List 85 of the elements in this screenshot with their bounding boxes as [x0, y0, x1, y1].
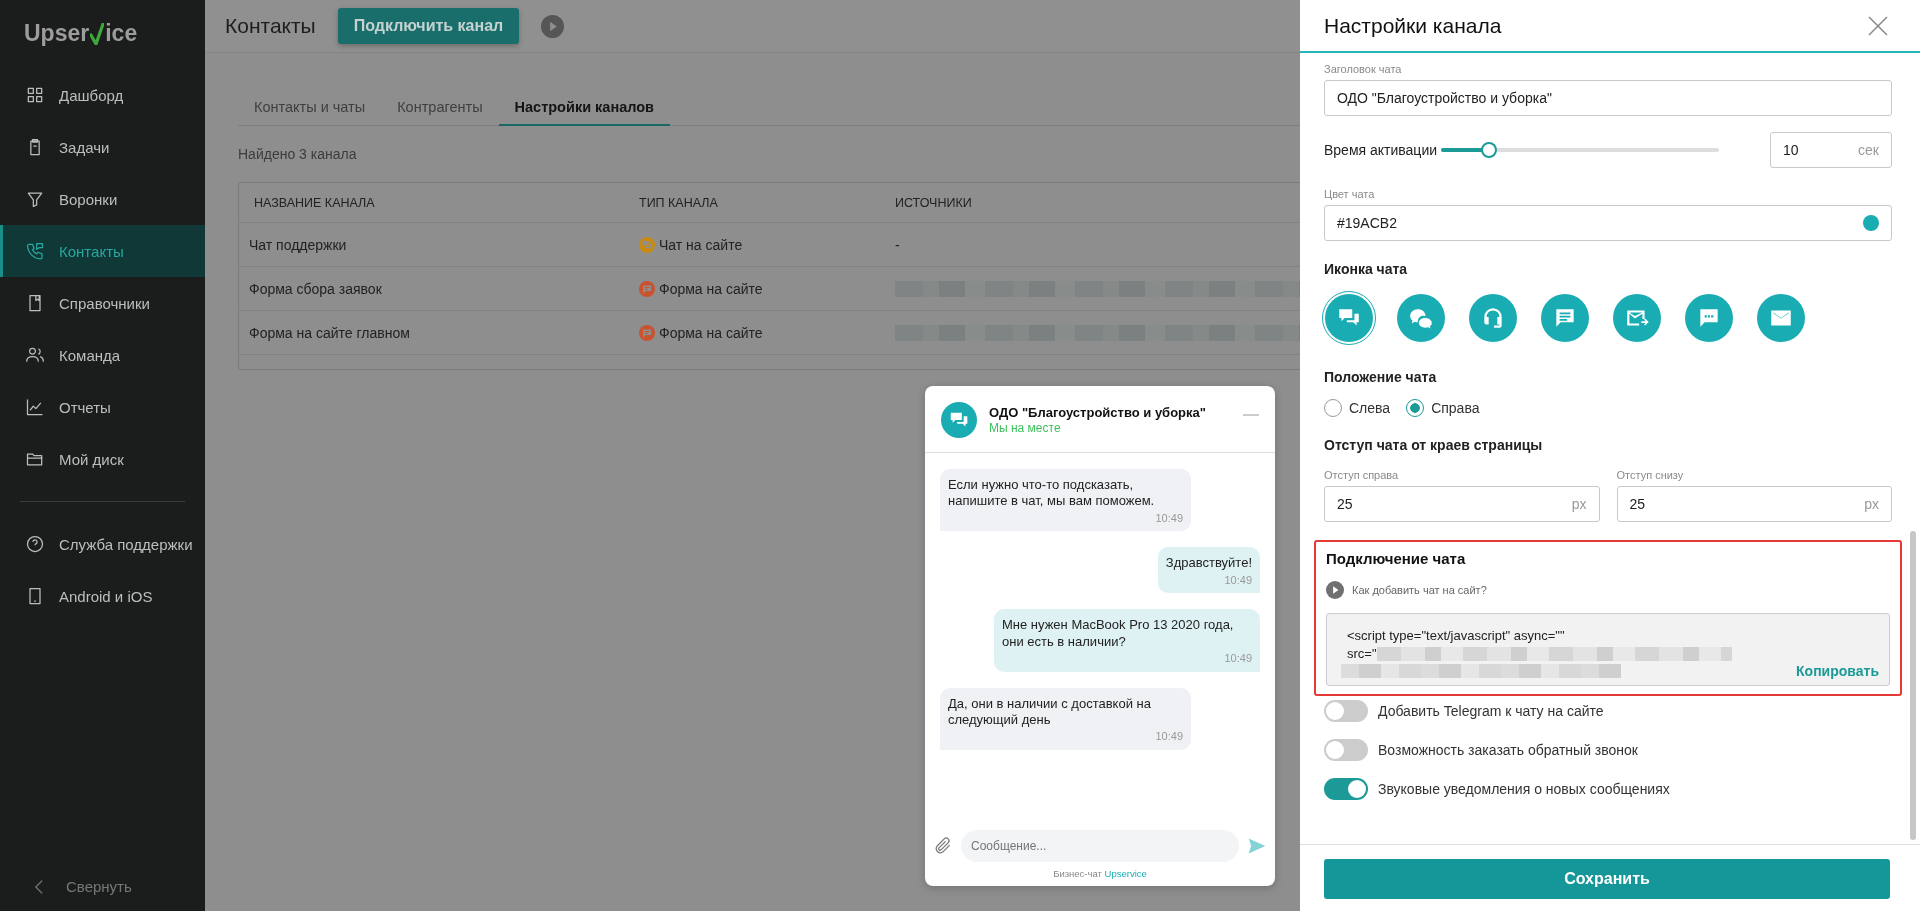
chat-title: ОДО "Благоустройство и уборка"	[989, 405, 1207, 420]
people-icon	[25, 345, 45, 365]
check-icon	[90, 23, 105, 45]
chat-bubbles-icon	[941, 402, 977, 438]
field-label: Отступ справа	[1324, 469, 1400, 481]
toggle-switch[interactable]	[1324, 700, 1368, 722]
page-title: Контакты	[225, 14, 316, 38]
tab[interactable]: Настройки каналов	[498, 91, 671, 126]
table-cell-text: Форма сбора заявок	[248, 280, 383, 297]
section-title: Положение чата	[1324, 369, 1438, 385]
toggle-row[interactable]: Добавить Telegram к чату на сайте	[1324, 700, 1892, 722]
column-header: ИСТОЧНИКИ	[895, 195, 973, 210]
column-header: НАЗВАНИЕ КАНАЛА	[253, 195, 376, 210]
sidebar-item[interactable]: Мой диск	[0, 433, 205, 485]
phone-icon	[25, 241, 45, 261]
message-icon	[639, 236, 655, 253]
sidebar-item[interactable]: Android и iOS	[0, 570, 205, 622]
play-icon[interactable]	[541, 14, 565, 38]
toggle-row[interactable]: Звуковые уведомления о новых сообщениях	[1324, 778, 1892, 800]
paperclip-icon[interactable]	[933, 836, 953, 856]
column-header: ТИП КАНАЛА	[639, 195, 719, 210]
code-text: src="	[1347, 646, 1377, 661]
message-time: 10:49	[1224, 573, 1252, 588]
logo-text: ice	[105, 20, 138, 47]
help-link[interactable]: Как добавить чат на сайт?	[1326, 581, 1890, 599]
table-cell: Форма на сайте	[659, 324, 763, 341]
save-button[interactable]: Сохранить	[1324, 859, 1890, 899]
message-input[interactable]: Сообщение...	[961, 830, 1239, 862]
table-cell-text: Чат поддержки	[248, 236, 348, 253]
table-cell: Форма на сайте	[659, 280, 763, 297]
section-title: Отступ чата от краев страницы	[1324, 437, 1544, 453]
slider-thumb[interactable]	[1481, 142, 1498, 158]
table-cell: Чат на сайте	[659, 236, 743, 253]
panel-title: Настройки канала	[1324, 13, 1502, 38]
chevron-left-icon	[34, 878, 44, 895]
chart-icon	[25, 397, 45, 417]
result-count: Найдено 3 канала	[238, 146, 358, 162]
message-time: 10:49	[1224, 651, 1252, 666]
message-text: Да, они в наличии с доставкой на следующий день	[948, 695, 1152, 728]
chat-title-field[interactable]: ОДО "Благоустройство и уборка"	[1324, 80, 1892, 116]
scroll-bar[interactable]	[1910, 531, 1916, 840]
message-text: Здравствуйте!	[1165, 555, 1252, 572]
message-text: Если нужно что-то подсказать, напишите в чат, мы вам поможем.	[948, 477, 1156, 510]
sidebar-item[interactable]: Дашборд	[0, 69, 205, 121]
play-icon	[1326, 581, 1344, 599]
color-field[interactable]: #19ACB2	[1324, 205, 1892, 241]
message-icon	[639, 324, 655, 341]
table-cell-text: Форма на сайте главном	[248, 324, 411, 341]
connect-channel-button[interactable]: Подключить канал	[337, 8, 520, 44]
sidebar-item[interactable]: Справочники	[0, 277, 205, 329]
offset-field[interactable]: 25 px	[1324, 486, 1600, 522]
section-title: Подключение чата	[1326, 550, 1467, 567]
sidebar-item[interactable]: Задачи	[0, 121, 205, 173]
logo-text: Upser	[24, 20, 90, 47]
message-text: Мне нужен MacBook Pro 13 2020 года, они есть в наличии?	[1002, 617, 1235, 650]
section-title: Иконка чата	[1324, 261, 1409, 277]
sidebar-item[interactable]: Воронки	[0, 173, 205, 225]
sidebar-item[interactable]: Контакты	[0, 225, 205, 277]
grid-icon	[25, 85, 45, 105]
chat-status: Мы на месте	[989, 421, 1062, 435]
message-time: 10:49	[1155, 730, 1183, 744]
code-text: <script type="text/javascript" async=""	[1347, 627, 1566, 645]
close-icon[interactable]	[1868, 15, 1888, 36]
sidebar-item[interactable]: Отчеты	[0, 381, 205, 433]
message-icon	[639, 280, 655, 297]
field-label: Отступ снизу	[1616, 469, 1685, 481]
collapse-button[interactable]: Свернуть	[0, 878, 205, 911]
toggle-row[interactable]: Возможность заказать обратный звонок	[1324, 739, 1892, 761]
send-icon[interactable]	[1247, 836, 1267, 856]
seconds-field[interactable]: 10 сек	[1770, 132, 1892, 168]
position-radio[interactable]: Слева	[1324, 399, 1391, 417]
radio-circle[interactable]	[1406, 399, 1425, 417]
sidebar-item[interactable]: Служба поддержки	[0, 518, 205, 570]
field-label: Время активации	[1324, 142, 1439, 158]
position-radio[interactable]: Справа	[1406, 399, 1480, 417]
toggle-switch[interactable]	[1324, 739, 1368, 761]
offset-field[interactable]: 25 px	[1616, 486, 1892, 522]
table-cell: -	[895, 236, 900, 253]
field-label: Цвет чата	[1324, 188, 1376, 200]
help-icon	[25, 534, 45, 554]
message-time: 10:49	[1155, 511, 1183, 526]
sidebar-item[interactable]: Команда	[0, 329, 205, 381]
footer-text: Бизнес-чат	[1053, 868, 1102, 879]
field-label: Заголовок чата	[1324, 63, 1403, 75]
toggle-switch[interactable]	[1324, 778, 1368, 800]
